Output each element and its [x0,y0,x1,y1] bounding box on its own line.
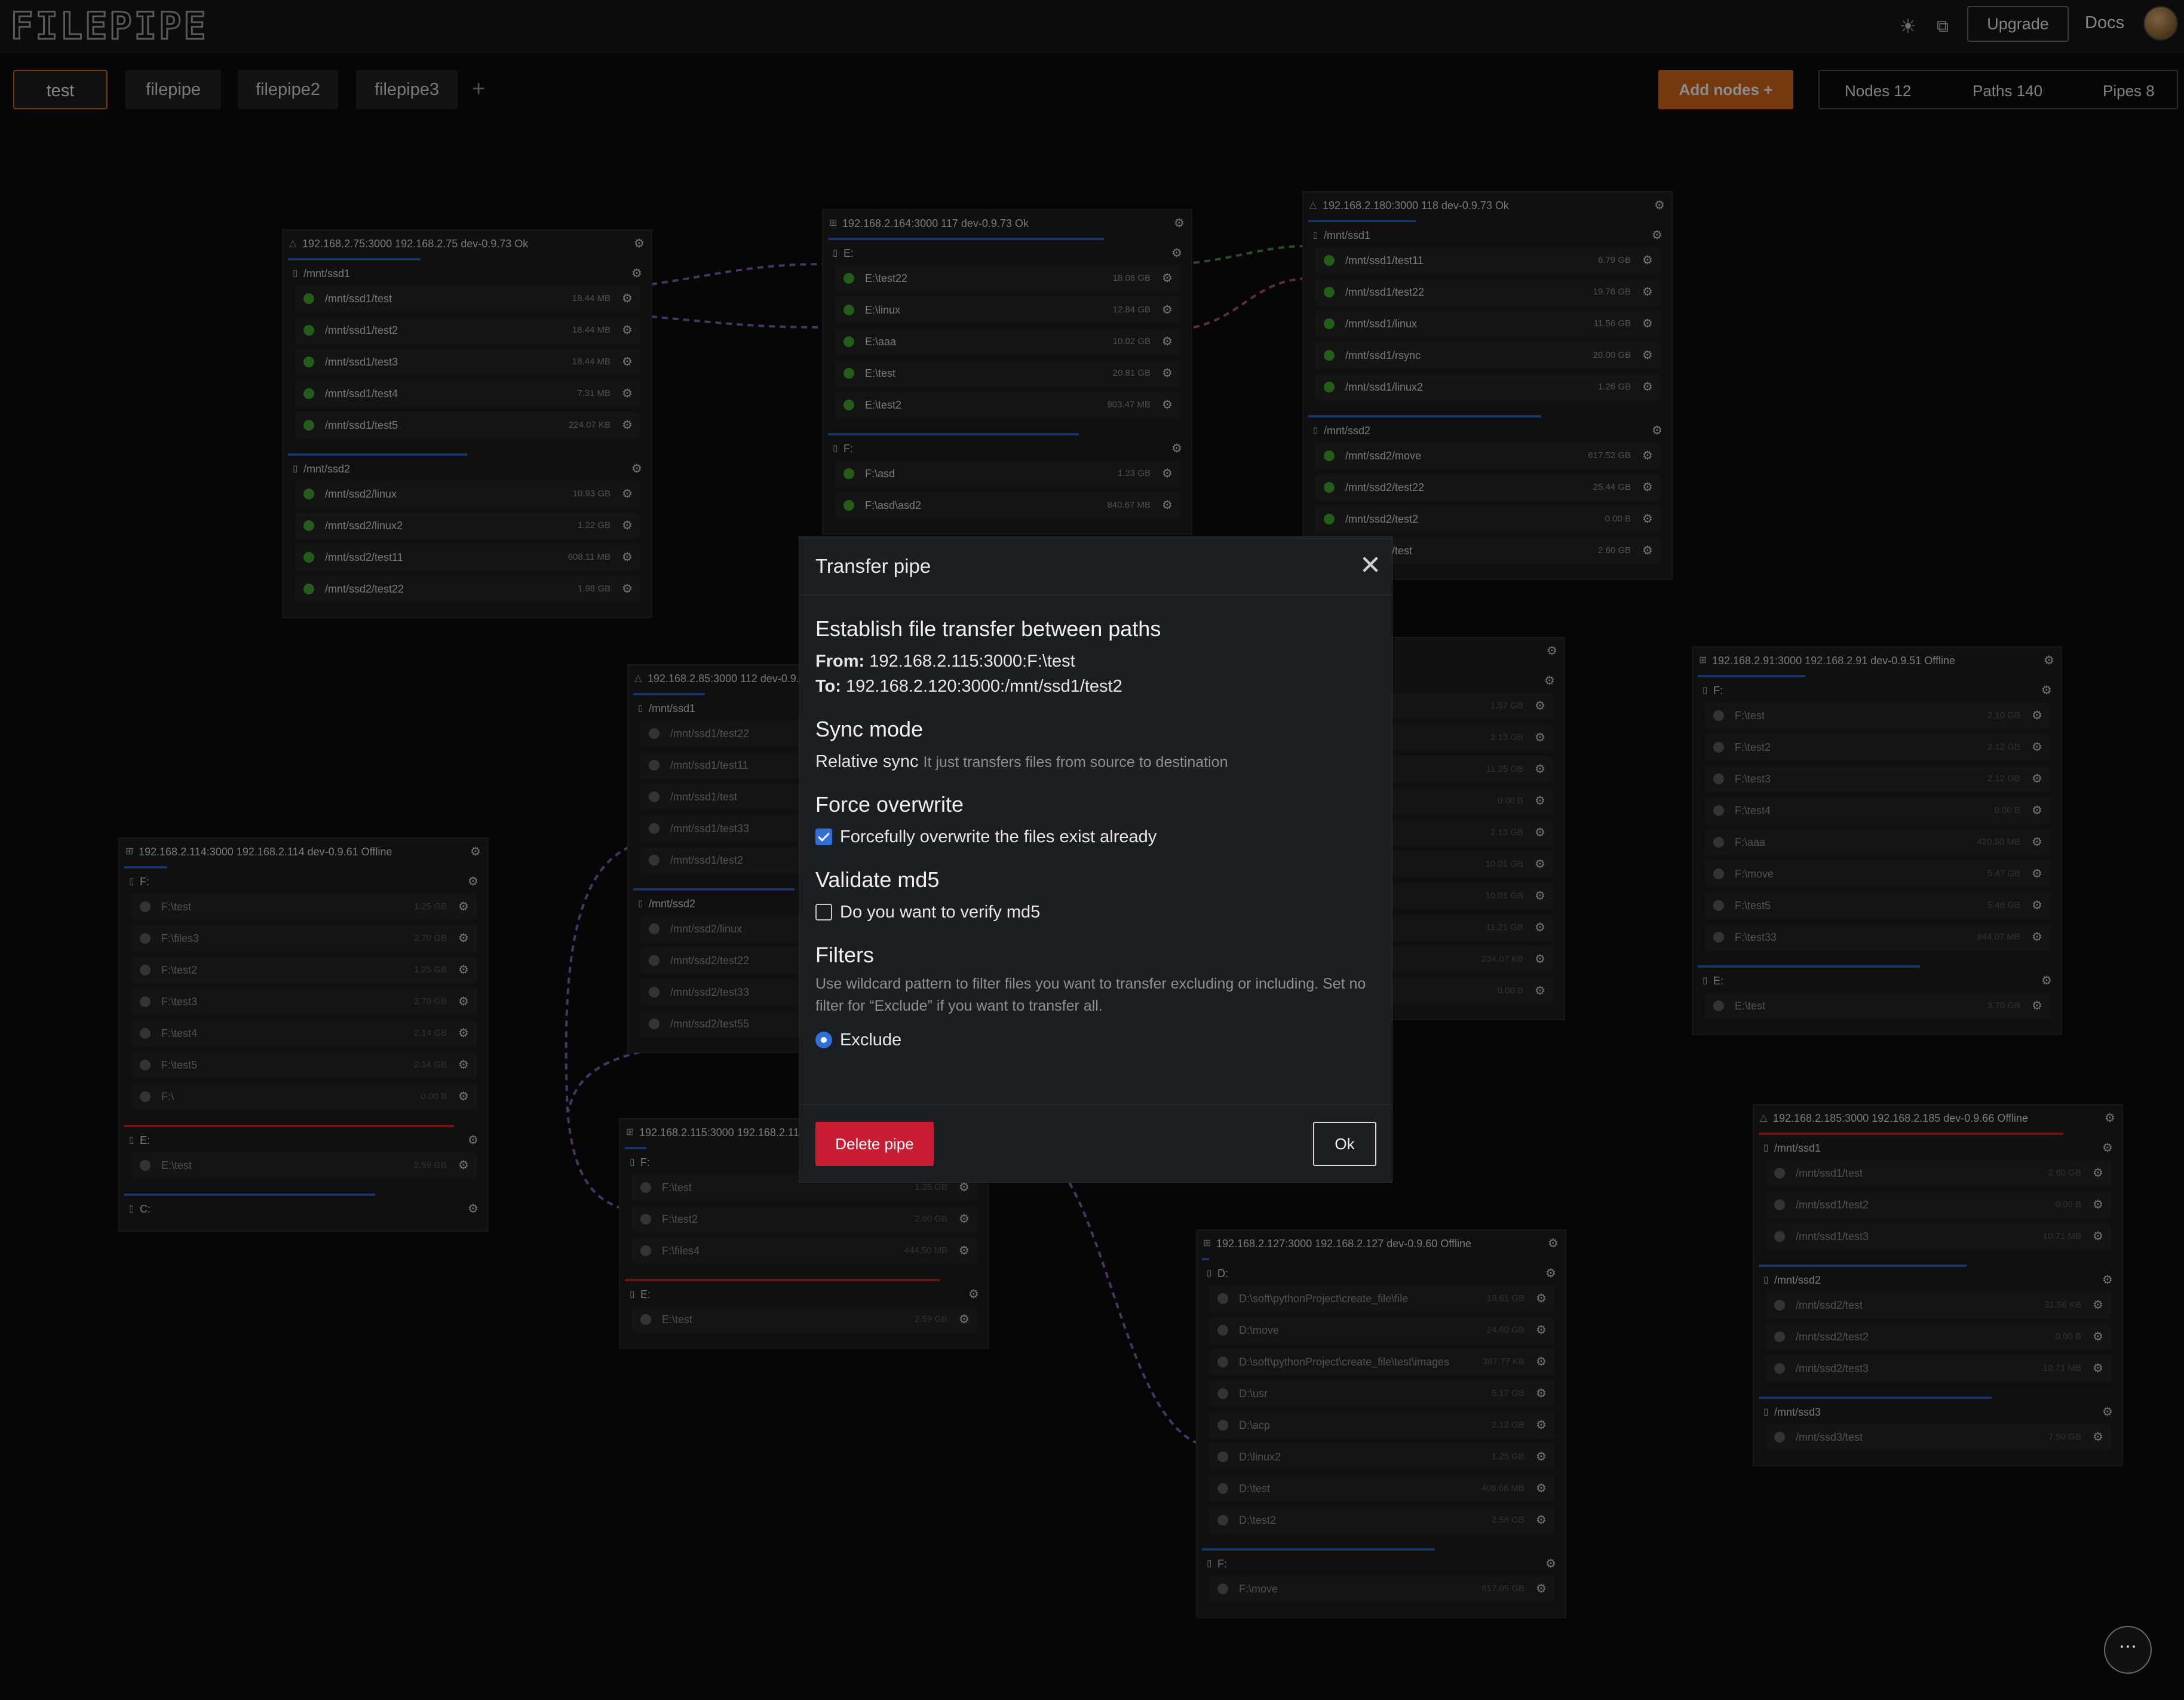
force-overwrite-title: Force overwrite [815,792,964,817]
from-row: From: 192.168.2.115:3000:F:\test [815,652,1075,671]
sync-mode-row[interactable]: Relative sync It just transfers files fr… [815,752,1228,772]
dialog-heading: Establish file transfer between paths [815,616,1161,641]
from-label: From: [815,652,865,671]
ok-button[interactable]: Ok [1313,1122,1376,1166]
close-icon[interactable]: ✕ [1356,551,1385,580]
dialog-divider [799,595,1392,596]
validate-md5-title: Validate md5 [815,867,940,892]
from-value: 192.168.2.115:3000:F:\test [869,652,1075,671]
to-value: 192.168.2.120:3000:/mnt/ssd1/test2 [846,677,1122,696]
dialog-footer-divider [799,1104,1392,1105]
force-overwrite-label[interactable]: Forcefully overwrite the files exist alr… [840,827,1157,847]
exclude-label[interactable]: Exclude [840,1030,901,1050]
transfer-pipe-dialog: Transfer pipe ✕ Establish file transfer … [799,536,1392,1183]
sync-mode-title: Sync mode [815,717,924,741]
dialog-title: Transfer pipe [815,555,931,577]
sync-mode-value: Relative sync [815,752,919,771]
validate-md5-label[interactable]: Do you want to verify md5 [840,903,1040,922]
force-overwrite-checkbox[interactable] [815,828,832,845]
more-options-button[interactable]: ⋯ [2104,1626,2152,1674]
exclude-radio[interactable] [815,1032,832,1048]
filters-title: Filters [815,943,874,967]
validate-md5-checkbox[interactable] [815,904,832,920]
sync-mode-description: It just transfers files from source to d… [923,754,1228,771]
delete-pipe-button[interactable]: Delete pipe [815,1122,934,1166]
to-label: To: [815,677,841,696]
filters-description: Use wildcard pattern to filter files you… [815,975,1366,1014]
to-row: To: 192.168.2.120:3000:/mnt/ssd1/test2 [815,677,1122,696]
